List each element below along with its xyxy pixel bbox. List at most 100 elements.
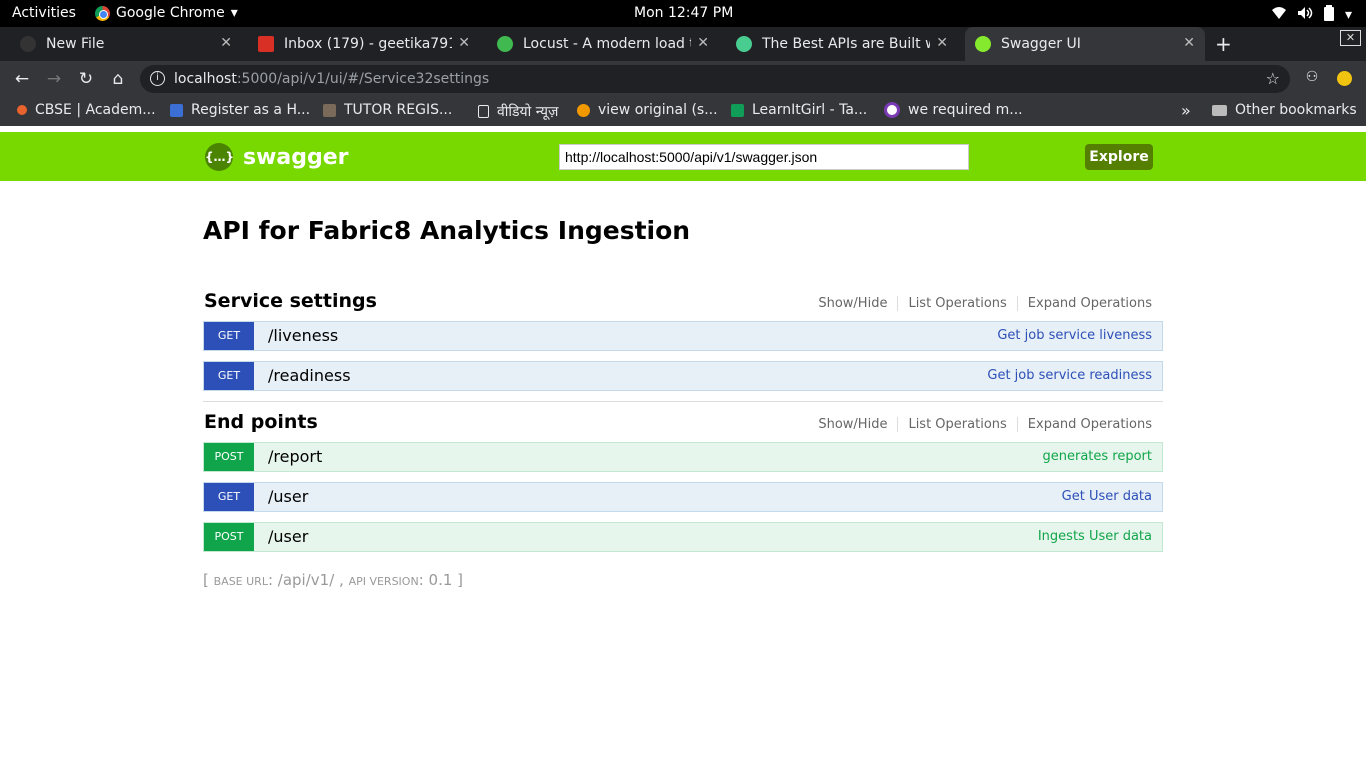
bookmark-label: CBSE | Academ...	[35, 102, 156, 118]
method-badge[interactable]: GET	[204, 322, 254, 350]
new-tab-button[interactable]: +	[1215, 32, 1232, 56]
expand-operations-link[interactable]: Expand Operations	[1016, 296, 1152, 311]
forward-button[interactable]: →	[44, 69, 64, 89]
folder-icon	[1212, 104, 1227, 116]
section-title-service-settings[interactable]: Service settings	[204, 290, 377, 312]
tab-strip: New File ✕ Inbox (179) - geetika791@ ✕ L…	[0, 27, 1366, 61]
swagger-logo[interactable]: {…} swagger	[205, 143, 349, 171]
operation-post-report[interactable]: POST /report generates report	[203, 442, 1163, 472]
operation-summary[interactable]: Ingests User data	[1038, 529, 1152, 544]
tab-best-apis[interactable]: The Best APIs are Built wit ✕	[736, 27, 958, 61]
operation-path[interactable]: /user	[268, 487, 308, 506]
swagger-header: {…} swagger Explore	[0, 132, 1366, 181]
operation-path[interactable]: /user	[268, 527, 308, 546]
section-ops-links: Show/Hide List Operations Expand Operati…	[808, 417, 1152, 432]
api-version-value: 0.1	[428, 571, 453, 589]
page-icon	[478, 105, 489, 118]
explore-button[interactable]: Explore	[1085, 144, 1153, 170]
method-badge[interactable]: GET	[204, 483, 254, 511]
show-hide-link[interactable]: Show/Hide	[808, 417, 897, 432]
swagger-logo-icon: {…}	[205, 143, 234, 171]
spec-url-input[interactable]	[559, 144, 969, 170]
back-button[interactable]: ←	[12, 69, 32, 89]
github-icon	[20, 36, 36, 52]
sheets-icon	[731, 103, 744, 117]
bookmark-item[interactable]: CBSE | Academ...	[17, 102, 156, 118]
info-icon[interactable]: i	[150, 71, 165, 86]
close-icon[interactable]: ✕	[936, 35, 948, 51]
reload-button[interactable]: ↻	[76, 69, 96, 89]
other-bookmarks[interactable]: Other bookmarks	[1212, 102, 1357, 118]
battery-icon	[1323, 5, 1335, 25]
tab-new-file[interactable]: New File ✕	[20, 27, 242, 61]
locust-icon	[497, 36, 513, 52]
base-url-label: base url	[213, 575, 268, 588]
base-url-value: /api/v1/	[277, 571, 335, 589]
operation-summary[interactable]: generates report	[1042, 449, 1152, 464]
bookmark-item[interactable]: वीडियो न्यूज़	[478, 102, 558, 121]
method-badge[interactable]: POST	[204, 443, 254, 471]
operation-summary[interactable]: Get User data	[1062, 489, 1152, 504]
operation-summary[interactable]: Get job service readiness	[987, 368, 1152, 383]
tab-locust[interactable]: Locust - A modern load tes ✕	[497, 27, 719, 61]
operation-get-readiness[interactable]: GET /readiness Get job service readiness	[203, 361, 1163, 391]
operation-path[interactable]: /readiness	[268, 366, 351, 385]
bookmark-item[interactable]: LearnItGirl - Ta...	[731, 102, 867, 118]
olx-icon	[884, 102, 900, 118]
tab-title: Swagger UI	[1001, 36, 1081, 52]
bookmark-label: we required m...	[908, 102, 1023, 118]
address-bar[interactable]: i localhost:5000/api/v1/ui/#/Service32se…	[140, 65, 1290, 93]
bookmarks-bar: CBSE | Academ... Register as a H... TUTO…	[0, 96, 1366, 126]
clock[interactable]: Mon 12:47 PM	[634, 5, 733, 21]
list-operations-link[interactable]: List Operations	[897, 417, 1016, 432]
operation-path[interactable]: /report	[268, 447, 322, 466]
close-icon[interactable]: ✕	[220, 35, 232, 51]
url-host: localhost	[174, 71, 237, 87]
method-badge[interactable]: GET	[204, 362, 254, 390]
operation-post-user[interactable]: POST /user Ingests User data	[203, 522, 1163, 552]
bookmark-label: LearnItGirl - Ta...	[752, 102, 868, 118]
show-hide-link[interactable]: Show/Hide	[808, 296, 897, 311]
operation-summary[interactable]: Get job service liveness	[997, 328, 1152, 343]
more-bookmarks-icon[interactable]: »	[1181, 101, 1191, 120]
swagger-icon	[736, 36, 752, 52]
tab-title: New File	[46, 36, 105, 52]
other-bookmarks-label: Other bookmarks	[1235, 102, 1357, 118]
tab-swagger-ui[interactable]: Swagger UI ✕	[965, 27, 1205, 61]
window-close-button[interactable]: ✕	[1340, 30, 1361, 46]
home-button[interactable]: ⌂	[108, 69, 128, 89]
chrome-icon	[95, 5, 110, 21]
gmail-icon	[258, 36, 274, 52]
url-path: :5000/api/v1/ui/#/Service32settings	[236, 71, 490, 87]
operation-path[interactable]: /liveness	[268, 326, 338, 345]
bookmark-label: वीडियो न्यूज़	[497, 104, 559, 120]
api-version-label: api version	[348, 575, 419, 588]
bookmark-item[interactable]: TUTOR REGIS...	[323, 102, 452, 118]
bookmark-item[interactable]: view original (s...	[577, 102, 718, 118]
bookmark-star-icon[interactable]: ☆	[1266, 65, 1280, 93]
section-title-end-points[interactable]: End points	[204, 411, 318, 433]
profile-avatar[interactable]	[1337, 71, 1352, 86]
close-icon[interactable]: ✕	[458, 35, 470, 51]
chevron-down-icon: ▾	[1344, 7, 1352, 23]
close-icon[interactable]: ✕	[697, 35, 709, 51]
system-tray[interactable]: ▾	[1271, 5, 1352, 25]
close-icon[interactable]: ✕	[1183, 35, 1195, 51]
expand-operations-link[interactable]: Expand Operations	[1016, 417, 1152, 432]
bookmark-label: TUTOR REGIS...	[344, 102, 453, 118]
operation-get-user[interactable]: GET /user Get User data	[203, 482, 1163, 512]
bookmark-item[interactable]: Register as a H...	[170, 102, 310, 118]
browser-toolbar: ← → ↻ ⌂ i localhost:5000/api/v1/ui/#/Ser…	[0, 61, 1366, 96]
section-divider	[203, 401, 1163, 402]
h-icon	[170, 103, 183, 117]
list-operations-link[interactable]: List Operations	[897, 296, 1016, 311]
app-menu[interactable]: Google Chrome ▾	[95, 5, 238, 21]
method-badge[interactable]: POST	[204, 523, 254, 551]
operation-get-liveness[interactable]: GET /liveness Get job service liveness	[203, 321, 1163, 351]
activities-button[interactable]: Activities	[12, 5, 76, 21]
page-title: API for Fabric8 Analytics Ingestion	[203, 216, 691, 245]
incognito-icon[interactable]: ⚇	[1302, 69, 1322, 85]
tab-inbox[interactable]: Inbox (179) - geetika791@ ✕	[258, 27, 480, 61]
bookmark-item[interactable]: we required m...	[884, 102, 1023, 118]
bookmark-label: Register as a H...	[191, 102, 311, 118]
